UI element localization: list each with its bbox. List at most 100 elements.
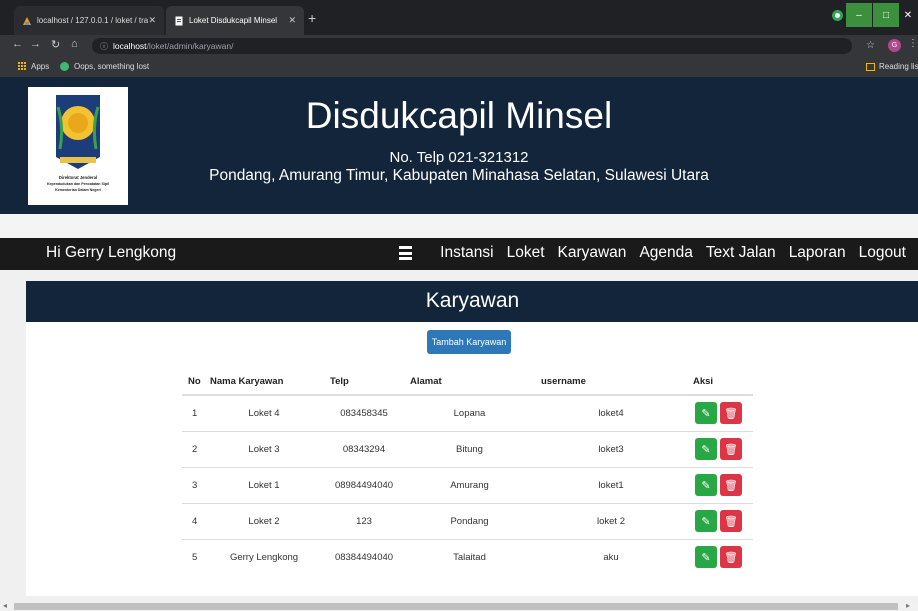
- user-greeting: Hi Gerry Lengkong: [46, 244, 177, 261]
- content-card: Karyawan Tambah Karyawan No Nama Karyawa…: [26, 281, 918, 596]
- cell-alamat: Amurang: [404, 466, 535, 503]
- globe-icon: [60, 62, 69, 71]
- col-header-telp: Telp: [324, 368, 404, 396]
- new-tab-icon[interactable]: +: [308, 10, 316, 26]
- home-icon[interactable]: ⌂: [71, 38, 78, 50]
- site-phone: No. Telp 021-321312: [389, 149, 529, 166]
- page-header: Direktorat Jenderal Kependudukan dan Pen…: [0, 77, 918, 214]
- logo-line-3: Kementerian Dalam Negeri: [55, 188, 101, 192]
- nav-links: Instansi Loket Karyawan Agenda Text Jala…: [427, 244, 906, 262]
- cell-aksi: ✎ 🗑: [687, 502, 753, 539]
- nav-loket[interactable]: Loket: [507, 244, 545, 262]
- table-row: 5 Gerry Lengkong 08384494040 Talaitad ak…: [182, 538, 753, 575]
- browser-tab-bar: localhost / 127.0.0.1 / loket / trac ✕ L…: [0, 0, 918, 35]
- apps-grid-icon: [18, 62, 27, 71]
- profile-avatar[interactable]: G: [888, 39, 901, 52]
- pencil-icon[interactable]: ✎: [695, 402, 717, 425]
- cell-aksi: ✎ 🗑: [687, 466, 753, 503]
- main-navbar: Hi Gerry Lengkong Instansi Loket Karyawa…: [0, 238, 918, 270]
- close-icon[interactable]: ✕: [288, 15, 296, 26]
- phpmyadmin-icon: [22, 16, 32, 26]
- bookmark-star-icon[interactable]: ☆: [866, 40, 875, 51]
- forward-icon[interactable]: →: [30, 38, 41, 50]
- trash-icon[interactable]: 🗑: [720, 510, 742, 532]
- tab-title: Loket Disdukcapil Minsel: [189, 16, 278, 25]
- browser-tab-loket[interactable]: Loket Disdukcapil Minsel ✕: [166, 6, 304, 35]
- cell-username: aku: [535, 538, 687, 575]
- cell-alamat: Pondang: [404, 502, 535, 539]
- page-title: Karyawan: [425, 289, 520, 312]
- cell-username: loket3: [535, 430, 687, 467]
- pencil-icon[interactable]: ✎: [695, 438, 717, 460]
- nav-text-jalan[interactable]: Text Jalan: [706, 244, 776, 262]
- header-gap: [0, 214, 918, 238]
- nav-laporan[interactable]: Laporan: [789, 244, 846, 262]
- trash-icon[interactable]: 🗑: [720, 438, 742, 460]
- cell-no: 1: [182, 394, 204, 431]
- nav-agenda[interactable]: Agenda: [639, 244, 692, 262]
- extension-icon[interactable]: [832, 10, 843, 21]
- close-icon[interactable]: ✕: [148, 15, 156, 26]
- minimize-icon[interactable]: –: [846, 3, 872, 27]
- cell-alamat: Lopana: [404, 394, 535, 431]
- table-row: 1 Loket 4 083458345 Lopana loket4 ✎ 🗑: [182, 394, 753, 431]
- bookmark-apps[interactable]: Apps: [18, 62, 49, 71]
- address-bar: ← → ↻ ⌂ ⓘ localhost/loket/admin/karyawan…: [0, 35, 918, 57]
- karyawan-table: No Nama Karyawan Telp Alamat username Ak…: [182, 368, 753, 575]
- table-row: 3 Loket 1 08984494040 Amurang loket1 ✎ 🗑: [182, 466, 753, 503]
- cell-telp: 083458345: [324, 394, 404, 431]
- tab-title: localhost / 127.0.0.1 / loket / trac: [37, 16, 149, 25]
- table-row: 2 Loket 3 08343294 Bitung loket3 ✎ 🗑: [182, 430, 753, 467]
- cell-nama: Loket 4: [204, 394, 324, 431]
- nav-logout[interactable]: Logout: [859, 244, 906, 262]
- pencil-icon[interactable]: ✎: [695, 546, 717, 569]
- table-header-row: No Nama Karyawan Telp Alamat username Ak…: [182, 368, 753, 396]
- reading-list[interactable]: Reading list: [866, 62, 918, 71]
- window-close-icon[interactable]: ✕: [898, 3, 918, 27]
- url-path: /loket/admin/karyawan/: [146, 41, 234, 51]
- cell-alamat: Bitung: [404, 430, 535, 467]
- cell-alamat: Talaitad: [404, 538, 535, 575]
- col-header-nama: Nama Karyawan: [204, 368, 324, 396]
- cell-no: 5: [182, 538, 204, 575]
- cell-nama: Loket 2: [204, 502, 324, 539]
- add-karyawan-button[interactable]: Tambah Karyawan: [427, 330, 511, 354]
- info-icon[interactable]: ⓘ: [100, 41, 108, 52]
- cell-telp: 08984494040: [324, 466, 404, 503]
- nav-karyawan[interactable]: Karyawan: [558, 244, 627, 262]
- table-row: 4 Loket 2 123 Pondang loket 2 ✎ 🗑: [182, 502, 753, 539]
- pencil-icon[interactable]: ✎: [695, 510, 717, 532]
- cell-telp: 123: [324, 502, 404, 539]
- col-header-no: No: [182, 368, 204, 396]
- cell-nama: Loket 3: [204, 430, 324, 467]
- back-icon[interactable]: ←: [12, 38, 23, 50]
- cell-username: loket4: [535, 394, 687, 431]
- cell-telp: 08343294: [324, 430, 404, 467]
- pencil-icon[interactable]: ✎: [695, 474, 717, 496]
- reload-icon[interactable]: ↻: [51, 38, 60, 51]
- trash-icon[interactable]: 🗑: [720, 474, 742, 496]
- trash-icon[interactable]: 🗑: [720, 546, 742, 569]
- horizontal-scrollbar[interactable]: ◂ ▸: [0, 601, 918, 611]
- url-host: localhost: [113, 41, 147, 51]
- col-header-username: username: [535, 368, 687, 396]
- scroll-left-icon[interactable]: ◂: [3, 601, 7, 610]
- cell-username: loket1: [535, 466, 687, 503]
- maximize-icon[interactable]: □: [873, 3, 899, 27]
- scroll-right-icon[interactable]: ▸: [906, 601, 910, 610]
- list-icon[interactable]: [399, 246, 412, 260]
- browser-tab-phpmyadmin[interactable]: localhost / 127.0.0.1 / loket / trac ✕: [14, 6, 164, 35]
- cell-aksi: ✎ 🗑: [687, 430, 753, 467]
- url-input[interactable]: ⓘ localhost/loket/admin/karyawan/: [92, 38, 852, 54]
- cell-nama: Loket 1: [204, 466, 324, 503]
- trash-icon[interactable]: 🗑: [720, 402, 742, 425]
- card-header: Karyawan: [26, 281, 918, 322]
- nav-instansi[interactable]: Instansi: [440, 244, 493, 262]
- cell-telp: 08384494040: [324, 538, 404, 575]
- scrollbar-thumb[interactable]: [14, 603, 898, 610]
- bookmark-oops[interactable]: Oops, something lost: [60, 62, 149, 71]
- more-menu-icon[interactable]: ⋮: [908, 38, 918, 49]
- cell-username: loket 2: [535, 502, 687, 539]
- cell-no: 4: [182, 502, 204, 539]
- cell-no: 2: [182, 430, 204, 467]
